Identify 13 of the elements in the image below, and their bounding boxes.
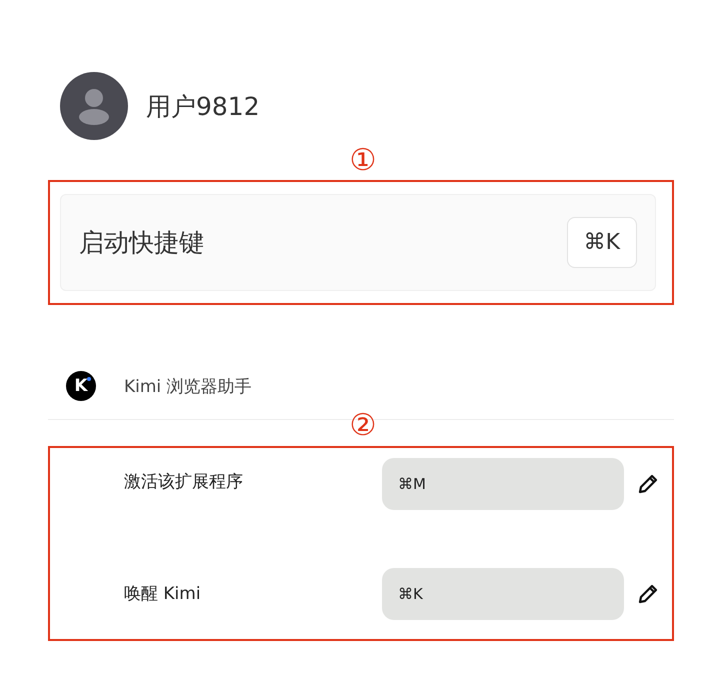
user-name: 用户9812 [146, 90, 260, 122]
shortcut-label: 启动快捷键 [79, 227, 204, 259]
shortcut-field[interactable]: ⌘M [382, 458, 624, 510]
extension-logo: K [66, 371, 96, 401]
command-label: 激活该扩展程序 [124, 471, 244, 493]
annotation-number: ② [350, 411, 376, 441]
avatar-icon [60, 72, 128, 140]
command-label: 唤醒 Kimi [124, 583, 202, 605]
annotation-number: ① [350, 146, 376, 176]
shortcut-key[interactable]: ⌘K [566, 217, 637, 268]
pencil-icon[interactable] [636, 472, 660, 496]
extension-name: Kimi 浏览器助手 [124, 376, 252, 398]
shortcut-field[interactable]: ⌘K [382, 568, 624, 620]
